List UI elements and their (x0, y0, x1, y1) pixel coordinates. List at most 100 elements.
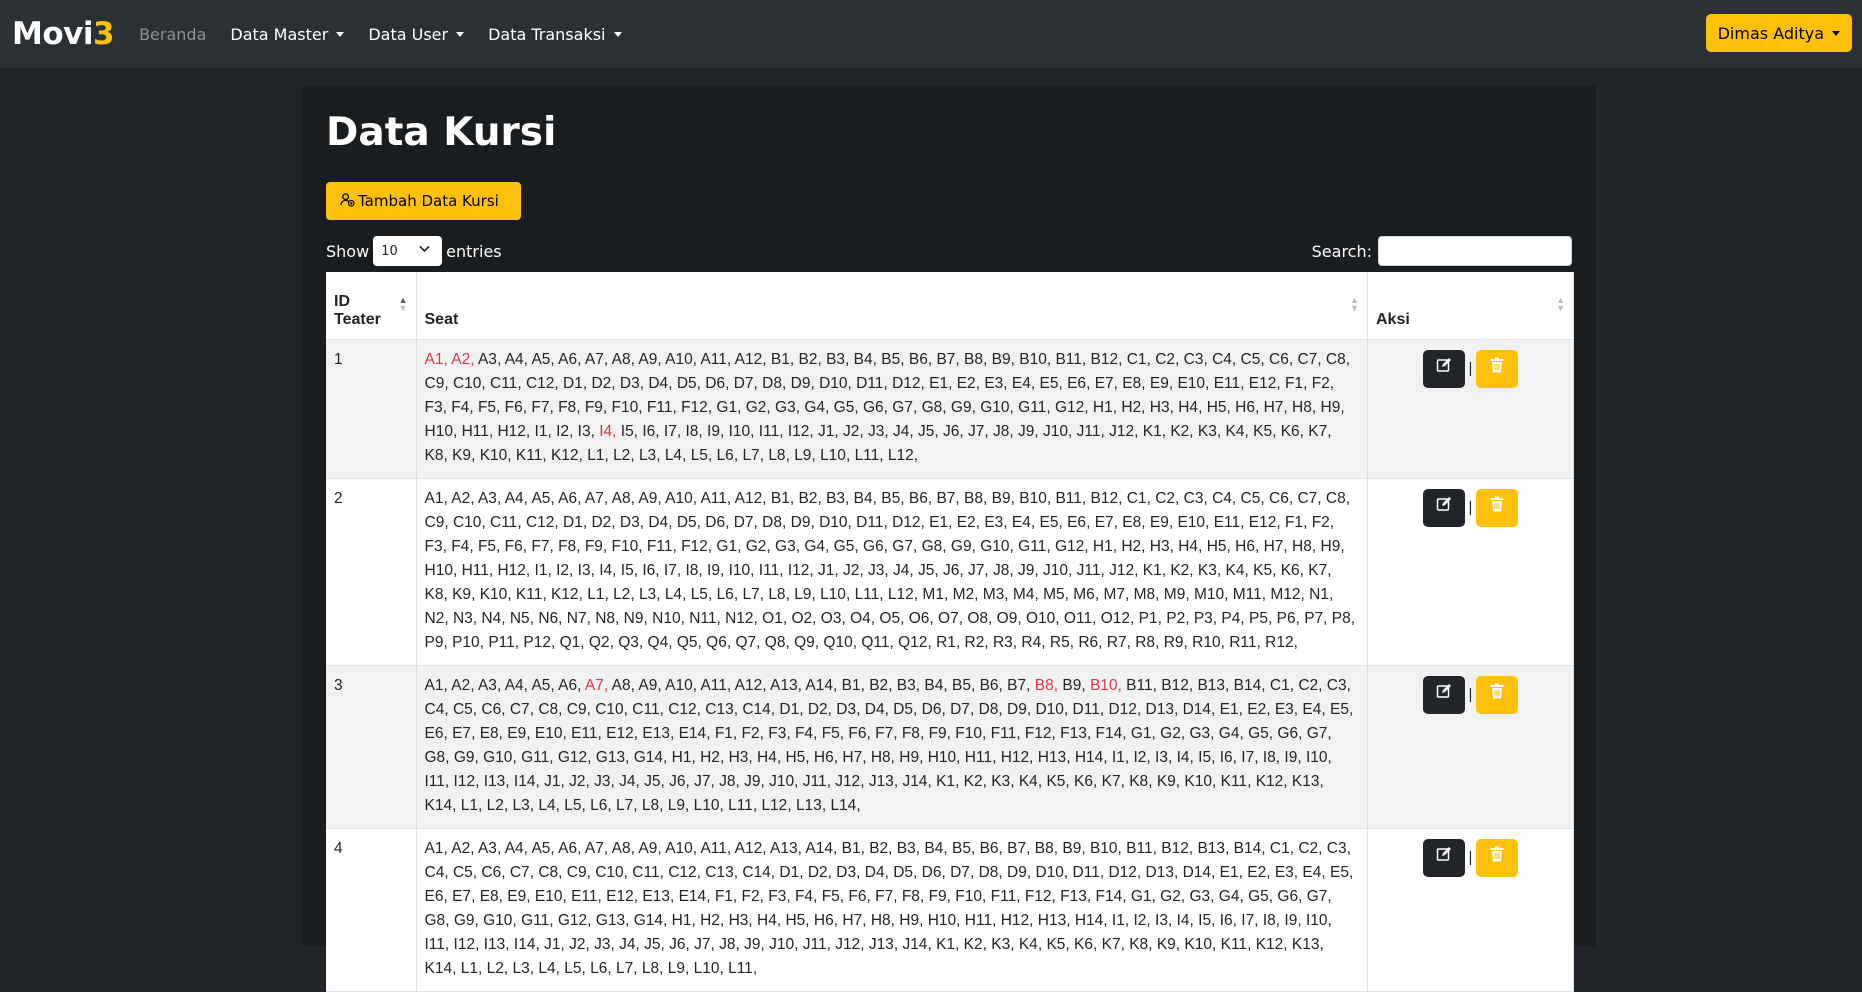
seat-label: C6 (1269, 489, 1289, 507)
seat-label: L8 (768, 585, 786, 603)
seat-label: F12 (681, 537, 708, 555)
search-input[interactable] (1378, 236, 1572, 266)
seat-label: B3 (826, 350, 846, 368)
edit-button[interactable] (1422, 488, 1465, 527)
seat-label: P2 (1166, 609, 1186, 627)
seat-label: F1 (1284, 513, 1304, 531)
seat-label: L1 (460, 796, 478, 814)
seat-label: E10 (1177, 513, 1206, 531)
seat-label: J14 (902, 935, 928, 953)
seat-label: E7 (1094, 374, 1114, 392)
seat-label: E3 (984, 374, 1004, 392)
seat-label: B6 (908, 350, 928, 368)
seat-label: B10 (1019, 350, 1047, 368)
seat-label: E2 (956, 374, 976, 392)
edit-icon (1436, 357, 1452, 381)
delete-button[interactable] (1476, 488, 1519, 527)
seat-label: G5 (1248, 887, 1269, 905)
seat-label: L10 (820, 585, 846, 603)
seat-label: G3 (775, 537, 796, 555)
seat-label: P6 (1276, 609, 1296, 627)
seat-label: H6 (813, 911, 834, 929)
seat-label: J12 (835, 935, 861, 953)
seat-label: B3 (896, 676, 916, 694)
seat-label: J2 (843, 561, 860, 579)
cell-id-teater: 2 (326, 478, 417, 666)
seat-label: B4 (924, 839, 944, 857)
seat-label: D1 (563, 513, 583, 531)
chevron-down-icon (419, 245, 430, 256)
nav-item-data-transaksi[interactable]: Data Transaksi (488, 25, 622, 44)
nav-item-data-user[interactable]: Data User (368, 25, 465, 44)
user-menu-button[interactable]: Dimas Aditya (1705, 14, 1852, 52)
seat-label: D11 (856, 513, 884, 531)
seat-label: K5 (1046, 772, 1066, 790)
seat-label: D11 (856, 374, 884, 392)
seat-label: K1 (1142, 561, 1162, 579)
seat-label: C3 (1326, 839, 1347, 857)
edit-button[interactable] (1422, 675, 1465, 714)
seat-label: D12 (1108, 863, 1137, 881)
seat-label: I9 (707, 422, 720, 440)
seat-label: I6 (1219, 911, 1233, 929)
delete-button[interactable] (1476, 349, 1519, 388)
seat-label: C4 (424, 863, 445, 881)
seat-label: C1 (1269, 676, 1290, 694)
edit-icon (1436, 683, 1452, 707)
edit-button[interactable] (1422, 349, 1465, 388)
nav-item-beranda[interactable]: Beranda (139, 25, 206, 44)
seat-label: H5 (785, 911, 806, 929)
seat-label: A9 (638, 350, 658, 368)
seat-label: K11 (1220, 935, 1248, 953)
nav-item-data-master[interactable]: Data Master (230, 25, 345, 44)
header-label: Seat (424, 310, 459, 328)
seat-label: H12 (497, 561, 526, 579)
add-seat-button[interactable]: Tambah Data Kursi (326, 182, 521, 220)
column-header-aksi[interactable]: Aksi ▲ ▼ (1367, 272, 1574, 340)
delete-button[interactable] (1476, 838, 1519, 877)
seat-label: I1 (534, 561, 548, 579)
edit-button[interactable] (1422, 838, 1465, 877)
column-header-id-teater[interactable]: ID Teater ▲ ▼ (326, 272, 417, 340)
seat-label: I3 (1155, 748, 1168, 766)
seat-label: L10 (820, 446, 846, 464)
seat-label: K12 (550, 446, 579, 464)
seat-label: A5 (531, 489, 551, 507)
seat-label: L7 (615, 959, 634, 977)
column-header-seat[interactable]: Seat ▲ ▼ (416, 272, 1368, 340)
seat-label: B1 (841, 676, 861, 694)
seat-label: K13 (1291, 935, 1320, 953)
seat-label: N8 (595, 609, 616, 627)
seat-label: E11 (1213, 513, 1241, 531)
seat-label: G7 (1306, 887, 1328, 905)
seat-label: L11 (728, 959, 753, 977)
seat-label: G8 (424, 911, 446, 929)
seat-label: J8 (993, 422, 1010, 440)
seat-label: B7 (936, 350, 956, 368)
seat-label: F3 (424, 537, 443, 555)
entries-select[interactable]: 10 (373, 236, 443, 266)
seat-label: D10 (819, 374, 848, 392)
seat-label: E6 (424, 724, 444, 742)
seat-label: E8 (479, 887, 499, 905)
seat-label: K11 (1220, 772, 1248, 790)
seat-label: G1 (716, 537, 738, 555)
cell-seats: A1, A2, A3, A4, A5, A6, A7, A8, A9, A10,… (416, 828, 1368, 992)
seat-label: D13 (1145, 700, 1174, 718)
seat-label: F11 (990, 887, 1017, 905)
seat-label: A7 (584, 839, 604, 857)
seat-label: F5 (477, 398, 497, 416)
seat-label: G2 (745, 537, 767, 555)
seat-label: E4 (1011, 374, 1031, 392)
seat-label: D11 (1072, 700, 1100, 718)
action-separator: | (1468, 685, 1473, 703)
seat-label: G7 (892, 537, 913, 555)
delete-button[interactable] (1476, 675, 1519, 714)
brand-logo[interactable]: Movi3 (12, 16, 115, 52)
seat-label: L6 (716, 585, 734, 603)
seat-label: Q9 (794, 633, 815, 651)
table-row: 4 A1, A2, A3, A4, A5, A6, A7, A8, A9, A10… (326, 828, 1574, 992)
seat-label: B3 (896, 839, 916, 857)
seat-label: I11 (758, 422, 780, 440)
seat-label: B11 (1055, 489, 1082, 507)
